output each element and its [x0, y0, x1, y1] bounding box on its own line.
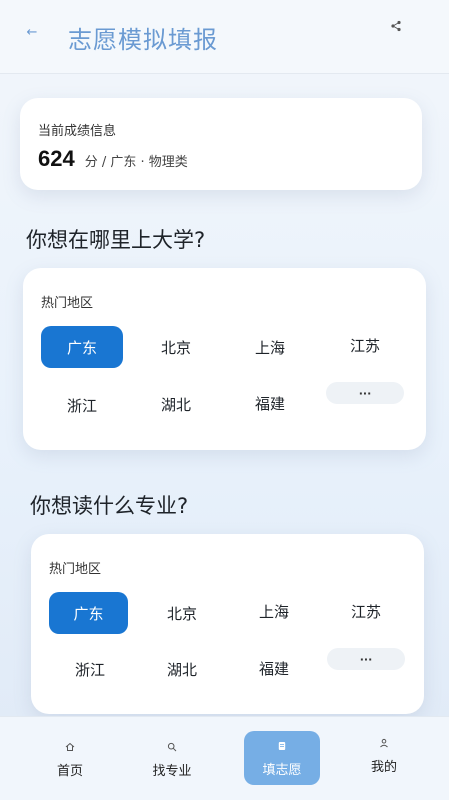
nav-home-label: 首页 [56, 763, 83, 779]
nav-fill-volunteer-label: 填志愿 [262, 762, 302, 778]
nav-fill-volunteer[interactable]: 填志愿 [244, 731, 320, 785]
region-chip-guangdong[interactable]: 广东 [41, 326, 123, 368]
share-button[interactable] [388, 18, 404, 34]
region-label: 热门地区 [41, 296, 94, 311]
region-chip-beijing[interactable]: 北京 [141, 592, 223, 634]
score-card: 当前成绩信息 624 分 / 广东 · 物理类 [20, 98, 422, 190]
search-icon [167, 742, 177, 751]
question-where: 你想在哪里上大学? [26, 228, 206, 252]
region-chip-hubei[interactable]: 湖北 [135, 383, 217, 425]
nav-mine-label: 我的 [370, 759, 397, 775]
user-icon [380, 738, 388, 747]
score-line: 624 分 / 广东 · 物理类 [38, 146, 188, 172]
region-chip-shanghai[interactable]: 上海 [229, 326, 311, 368]
region-more-button[interactable]: ··· [327, 648, 405, 670]
page-title: 志愿模拟填报 [68, 26, 218, 54]
region-chip-shanghai[interactable]: 上海 [233, 590, 315, 632]
region-more-button[interactable]: ··· [326, 382, 404, 404]
region-chip-fujian[interactable]: 福建 [233, 647, 315, 689]
region-chip-jiangsu[interactable]: 江苏 [325, 590, 407, 632]
nav-mine[interactable]: 我的 [346, 727, 422, 783]
region-chip-hubei[interactable]: 湖北 [141, 648, 223, 690]
region-chip-jiangsu[interactable]: 江苏 [324, 324, 406, 366]
score-value: 624 [38, 146, 75, 171]
region-chip-beijing[interactable]: 北京 [135, 326, 217, 368]
nav-find-major[interactable]: 找专业 [134, 731, 210, 787]
top-bar: ← 志愿模拟填报 [0, 0, 449, 74]
region-chip-zhejiang[interactable]: 浙江 [41, 384, 123, 426]
region-label: 热门地区 [49, 562, 102, 577]
region-chip-fujian[interactable]: 福建 [229, 382, 311, 424]
nav-home[interactable]: 首页 [32, 731, 108, 787]
score-meta: 分 / 广东 · 物理类 [84, 155, 188, 170]
nav-find-major-label: 找专业 [152, 763, 192, 779]
bottom-nav: 首页 找专业 填志愿 我的 [0, 716, 449, 800]
arrow-left-icon: ← [26, 24, 38, 40]
region-card-where: 热门地区 广东 北京 上海 江苏 浙江 湖北 福建 ··· [23, 268, 426, 450]
home-icon [65, 742, 75, 751]
region-chip-guangdong[interactable]: 广东 [49, 592, 128, 634]
question-major: 你想读什么专业? [30, 494, 189, 518]
score-label: 当前成绩信息 [38, 124, 117, 139]
form-icon [278, 741, 286, 750]
share-icon [391, 20, 401, 32]
back-button[interactable]: ← [22, 22, 42, 42]
region-card-major: 热门地区 广东 北京 上海 江苏 浙江 湖北 福建 ··· [31, 534, 424, 714]
region-chip-zhejiang[interactable]: 浙江 [49, 648, 131, 690]
